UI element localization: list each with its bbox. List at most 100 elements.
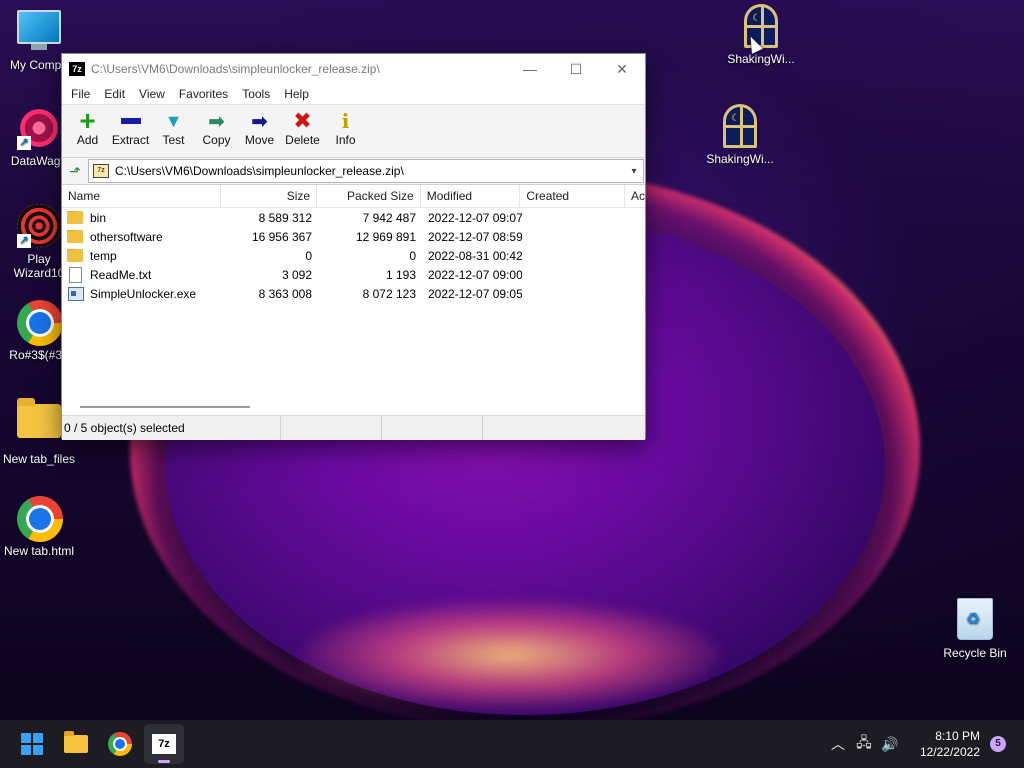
file-name: temp [90, 248, 117, 263]
seven-zip-app-icon: 7z [69, 62, 85, 76]
menu-file[interactable]: File [64, 87, 97, 101]
status-segment-2 [281, 416, 382, 440]
column-header-name[interactable]: Name [62, 185, 222, 207]
extract-button[interactable]: Extract [109, 105, 152, 147]
delete-button[interactable]: ✖ Delete [281, 105, 324, 147]
folder-icon [17, 398, 61, 448]
table-row[interactable]: temp 0 0 2022-08-31 00:42 [62, 246, 645, 265]
desktop-icon-recycle-bin[interactable]: ♻ Recycle Bin [932, 598, 1018, 660]
file-explorer-icon [64, 731, 88, 753]
recycle-bin-icon: ♻ [953, 598, 997, 642]
chrome-icon [108, 732, 132, 756]
chevron-up-icon[interactable]: ︿ [826, 734, 850, 754]
seven-zip-window[interactable]: 7z C:\Users\VM6\Downloads\simpleunlocker… [61, 53, 646, 440]
network-icon[interactable]: 🖧 [852, 732, 876, 756]
system-tray: ︿ 🖧 🔊 8:10 PM 12/22/2022 5 [826, 720, 1024, 768]
address-combobox[interactable]: 7z C:\Users\VM6\Downloads\simpleunlocker… [88, 159, 644, 183]
list-header: Name Size Packed Size Modified Created A… [62, 185, 645, 208]
desktop-icon-shakingwindow-1[interactable]: ☾ ShakingWi... [718, 4, 804, 66]
info-label: Info [335, 133, 356, 147]
window-title: C:\Users\VM6\Downloads\simpleunlocker_re… [91, 62, 380, 76]
file-name: othersoftware [90, 229, 163, 244]
zip-archive-icon: 7z [93, 164, 109, 178]
file-packed-size: 12 969 891 [355, 229, 416, 244]
test-button[interactable]: ▼ Test [152, 105, 195, 148]
table-row[interactable]: othersoftware 16 956 367 12 969 891 2022… [62, 227, 645, 246]
text-file-icon [69, 266, 82, 283]
move-label: Move [244, 133, 275, 147]
night-window-icon: ☾ [718, 104, 762, 148]
start-button[interactable] [12, 724, 52, 764]
volume-icon[interactable]: 🔊 [878, 736, 902, 753]
taskbar-file-explorer[interactable] [56, 724, 96, 764]
desktop-icon-new-tab-html[interactable]: New tab.html [0, 496, 82, 558]
column-header-accessed[interactable]: Ac [625, 185, 645, 207]
add-icon: + [79, 105, 96, 136]
file-name: ReadMe.txt [90, 267, 152, 282]
column-header-created[interactable]: Created [520, 185, 626, 207]
file-list[interactable]: Name Size Packed Size Modified Created A… [62, 185, 645, 415]
up-arrow-icon: ⬏ [69, 162, 81, 179]
notification-badge[interactable]: 5 [990, 736, 1006, 752]
table-row[interactable]: SimpleUnlocker.exe 8 363 008 8 072 123 2… [62, 284, 645, 303]
copy-icon: ➡ [208, 110, 225, 133]
add-label: Add [76, 133, 99, 147]
menu-favorites[interactable]: Favorites [172, 87, 235, 101]
taskbar-7zip[interactable]: 7z [144, 724, 184, 764]
menu-bar: File Edit View Favorites Tools Help [62, 84, 645, 104]
table-row[interactable]: ReadMe.txt 3 092 1 193 2022-12-07 09:00 [62, 265, 645, 284]
test-label: Test [162, 133, 185, 147]
table-row[interactable]: bin 8 589 312 7 942 487 2022-12-07 09:07 [62, 208, 645, 227]
copy-button[interactable]: ➡ Copy [195, 105, 238, 148]
file-modified: 2022-12-07 09:07 [428, 210, 522, 225]
toolbar: + Add Extract ▼ Test ➡ Copy ➡ Move ✖ Del… [62, 104, 645, 158]
menu-tools[interactable]: Tools [235, 87, 277, 101]
clock[interactable]: 8:10 PM 12/22/2022 [920, 728, 980, 760]
column-header-packed-size[interactable]: Packed Size [317, 185, 421, 207]
file-packed-size: 1 193 [385, 267, 416, 282]
info-button[interactable]: i Info [324, 105, 367, 147]
extract-icon [109, 109, 152, 133]
delete-label: Delete [285, 133, 320, 147]
close-button[interactable]: ✕ [599, 54, 645, 84]
column-header-size[interactable]: Size [221, 185, 318, 207]
move-button[interactable]: ➡ Move [238, 105, 281, 148]
shortcut-arrow-icon: ↗ [17, 234, 31, 248]
wallpaper-horizon-glow [300, 600, 720, 710]
desktop-icon-label: New tab.html [3, 544, 75, 558]
file-modified: 2022-12-07 08:59 [428, 229, 522, 244]
file-modified: 2022-12-07 09:00 [428, 267, 522, 282]
add-button[interactable]: + Add [66, 105, 109, 148]
minimize-button[interactable]: — [507, 54, 553, 84]
app-shortcut-icon: ↗ [17, 106, 61, 150]
column-header-modified[interactable]: Modified [421, 185, 521, 207]
chevron-down-icon[interactable]: ▾ [625, 166, 643, 177]
status-bar: 0 / 5 object(s) selected [62, 415, 645, 440]
test-icon: ▼ [164, 110, 183, 131]
file-packed-size: 8 072 123 [362, 286, 416, 301]
menu-view[interactable]: View [132, 87, 172, 101]
menu-edit[interactable]: Edit [97, 87, 132, 101]
computer-icon [17, 10, 61, 54]
menu-help[interactable]: Help [277, 87, 316, 101]
taskbar: 7z ︿ 🖧 🔊 8:10 PM 12/22/2022 5 [0, 720, 1024, 768]
chrome-icon [17, 496, 63, 542]
window-titlebar[interactable]: 7z C:\Users\VM6\Downloads\simpleunlocker… [62, 54, 645, 84]
file-size: 8 589 312 [258, 210, 312, 225]
taskbar-chrome[interactable] [100, 724, 140, 764]
extract-label: Extract [111, 133, 150, 147]
horizontal-scrollbar[interactable] [80, 406, 250, 408]
file-packed-size: 0 [409, 248, 416, 263]
desktop-icon-label: ShakingWi... [706, 152, 774, 166]
desktop-icon-label: New tab_files [2, 452, 76, 466]
desktop-icon-shakingwindow-2[interactable]: ☾ ShakingWi... [697, 104, 783, 166]
maximize-button[interactable]: ☐ [553, 54, 599, 84]
folder-icon [67, 248, 83, 262]
file-size: 0 [305, 248, 312, 263]
file-packed-size: 7 942 487 [362, 210, 416, 225]
up-folder-button[interactable]: ⬏ [62, 159, 88, 183]
clock-date: 12/22/2022 [919, 745, 980, 759]
wizard-shortcut-icon: ↗ [17, 204, 61, 248]
status-segment-3 [382, 416, 483, 440]
move-icon: ➡ [251, 110, 268, 133]
